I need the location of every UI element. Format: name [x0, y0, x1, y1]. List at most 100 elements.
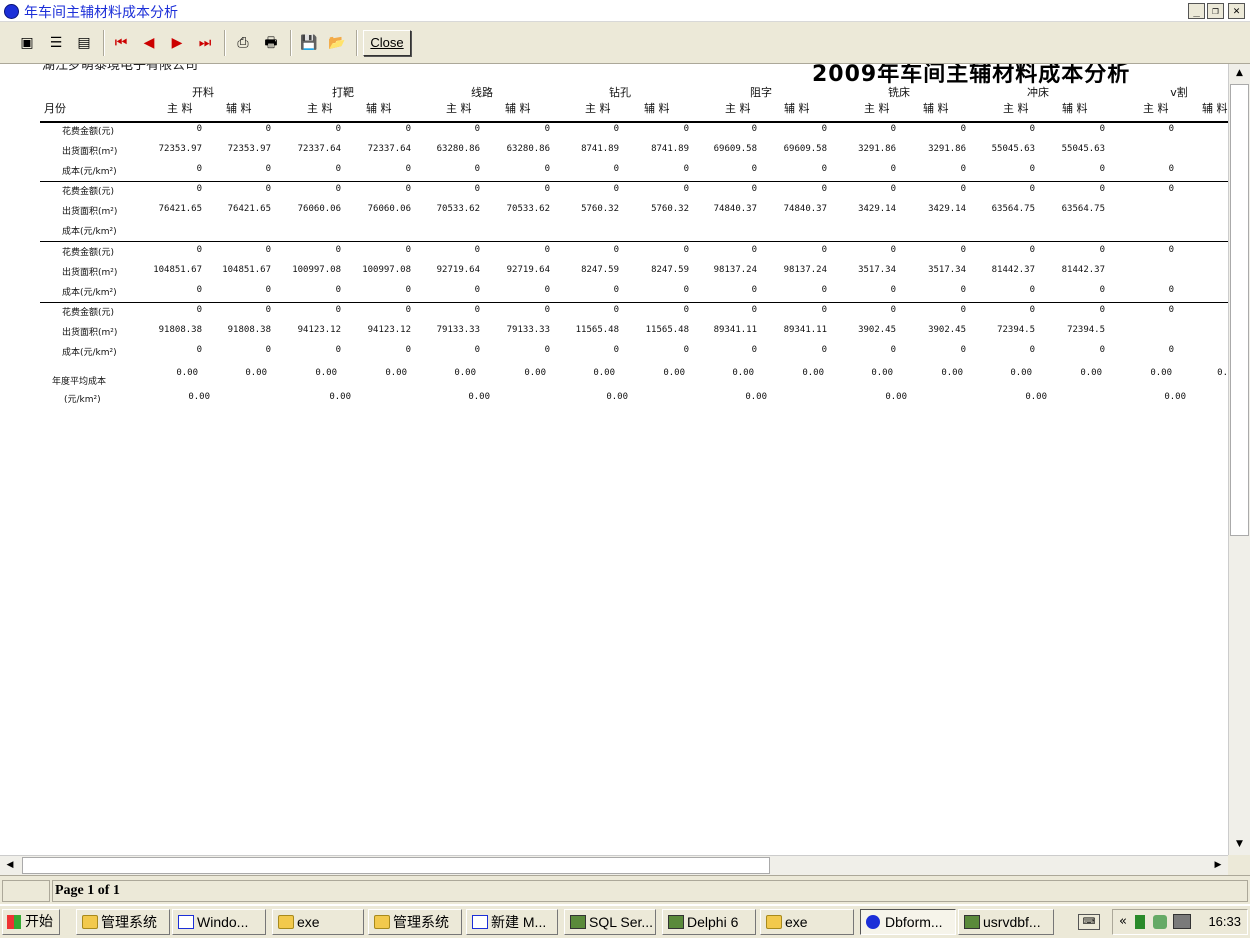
taskbar-task-label: 管理系统: [393, 914, 449, 930]
data-cell: 0: [821, 184, 827, 194]
whole-page-icon[interactable]: ▣: [16, 33, 38, 53]
data-cell: 0: [1099, 184, 1105, 194]
data-cell: 104851.67: [153, 265, 202, 275]
last-page-icon[interactable]: ⏭: [194, 33, 216, 53]
annual-cell: 0.00: [1010, 368, 1032, 378]
taskbar-task-label: 管理系统: [101, 914, 157, 930]
data-cell: 3429.14: [858, 204, 896, 214]
tray-app-icon[interactable]: [1135, 915, 1145, 929]
page-indicator: Page 1 of 1: [52, 880, 1248, 902]
data-cell: 0: [335, 345, 341, 355]
sub-header: 主 料: [446, 102, 472, 115]
start-button[interactable]: 开始: [2, 909, 60, 935]
taskbar-task-button[interactable]: usrvdbf...: [958, 909, 1054, 935]
sub-header: 主 料: [864, 102, 890, 115]
printer-setup-icon[interactable]: ⎙: [232, 33, 254, 53]
scroll-right-icon[interactable]: ▶: [1208, 856, 1228, 875]
restore-button[interactable]: ❐: [1207, 3, 1224, 19]
print-icon[interactable]: 🖶: [260, 33, 282, 53]
data-cell: 69609.58: [783, 144, 827, 154]
taskbar-task-button[interactable]: 新建 M...: [466, 909, 558, 935]
taskbar-task-button[interactable]: exe: [760, 909, 854, 935]
annual-cell: 0.00: [315, 368, 337, 378]
keyboard-icon[interactable]: ⌨: [1078, 914, 1100, 930]
data-cell: 0: [544, 245, 550, 255]
data-cell: 0: [960, 184, 966, 194]
data-cell: 0: [1168, 164, 1174, 174]
data-cell: 0: [335, 184, 341, 194]
next-page-icon[interactable]: ▶: [166, 33, 188, 53]
sub-header: 辅 料: [923, 102, 949, 115]
page-width-icon[interactable]: ☰: [45, 33, 67, 53]
close-window-button[interactable]: ✕: [1228, 3, 1245, 19]
scroll-down-icon[interactable]: ▼: [1230, 835, 1249, 854]
vertical-scrollbar[interactable]: ▲ ▼: [1228, 64, 1250, 855]
data-cell: 0: [890, 305, 896, 315]
data-cell: 0: [890, 285, 896, 295]
data-cell: 72394.5: [1067, 325, 1105, 335]
data-cell: 8247.59: [581, 265, 619, 275]
data-cell: 0: [1099, 345, 1105, 355]
minimize-button[interactable]: _: [1188, 3, 1205, 19]
100-percent-icon[interactable]: ▤: [73, 33, 95, 53]
data-cell: 72394.5: [997, 325, 1035, 335]
sub-header: 辅 料: [1062, 102, 1088, 115]
data-cell: 0: [405, 285, 411, 295]
data-cell: 0: [821, 285, 827, 295]
annual-total-cell: 0.00: [885, 392, 907, 402]
taskbar-task-button[interactable]: 管理系统: [76, 909, 170, 935]
horizontal-scrollbar[interactable]: ◀ ▶: [0, 855, 1228, 875]
annual-total-cell: 0.00: [188, 392, 210, 402]
folder-icon: [766, 915, 782, 929]
taskbar-task-button[interactable]: SQL Ser...: [564, 909, 656, 935]
open-icon[interactable]: 📂: [326, 33, 348, 53]
first-page-icon[interactable]: ⏮: [110, 33, 132, 53]
save-icon[interactable]: 💾: [298, 33, 320, 53]
tray-network-icon[interactable]: [1173, 914, 1191, 929]
status-bar: Page 1 of 1: [0, 875, 1250, 904]
taskbar-task-button[interactable]: exe: [272, 909, 364, 935]
taskbar-task-button[interactable]: Dbform...: [860, 909, 956, 935]
data-cell: 0: [751, 124, 757, 134]
data-cell: 0: [196, 184, 202, 194]
taskbar-task-label: exe: [785, 914, 808, 930]
taskbar-task-button[interactable]: Windo...: [172, 909, 266, 935]
data-cell: 0: [405, 184, 411, 194]
data-cell: 3291.86: [858, 144, 896, 154]
scroll-left-icon[interactable]: ◀: [0, 856, 20, 875]
data-cell: 0: [544, 285, 550, 295]
vertical-scroll-thumb[interactable]: [1230, 84, 1249, 536]
sub-header: 辅 料: [784, 102, 810, 115]
annual-total-cell: 0.00: [1025, 392, 1047, 402]
data-cell: 0: [196, 285, 202, 295]
scroll-up-icon[interactable]: ▲: [1230, 64, 1249, 83]
group-header: v割: [1170, 86, 1188, 99]
data-cell: 0: [265, 345, 271, 355]
data-cell: 0: [335, 285, 341, 295]
prior-page-icon[interactable]: ◀: [138, 33, 160, 53]
row-label: 花费金额(元): [62, 127, 115, 137]
data-cell: 0: [1168, 345, 1174, 355]
close-preview-button[interactable]: Close: [363, 30, 411, 56]
data-cell: 76060.06: [297, 204, 341, 214]
data-cell: 0: [474, 305, 480, 315]
data-cell: 94123.12: [297, 325, 341, 335]
row-label: 成本(元/km²): [62, 167, 117, 177]
annual-cell: 0.00: [732, 368, 754, 378]
taskbar-task-button[interactable]: Delphi 6: [662, 909, 756, 935]
taskbar-task-button[interactable]: 管理系统: [368, 909, 462, 935]
data-cell: 104851.67: [222, 265, 271, 275]
delphi-icon: [668, 915, 684, 929]
annual-cell: 0.00: [1080, 368, 1102, 378]
tray-media-icon[interactable]: [1153, 915, 1167, 929]
sub-header: 主 料: [1143, 102, 1169, 115]
data-cell: 79133.33: [506, 325, 550, 335]
data-cell: 94123.12: [367, 325, 411, 335]
data-cell: 0: [1029, 305, 1035, 315]
data-cell: 70533.62: [506, 204, 550, 214]
annual-cell: 0.00: [454, 368, 476, 378]
data-cell: 63564.75: [1061, 204, 1105, 214]
data-cell: 72337.64: [367, 144, 411, 154]
horizontal-scroll-thumb[interactable]: [22, 857, 770, 874]
tray-chevron[interactable]: «: [1119, 914, 1127, 929]
